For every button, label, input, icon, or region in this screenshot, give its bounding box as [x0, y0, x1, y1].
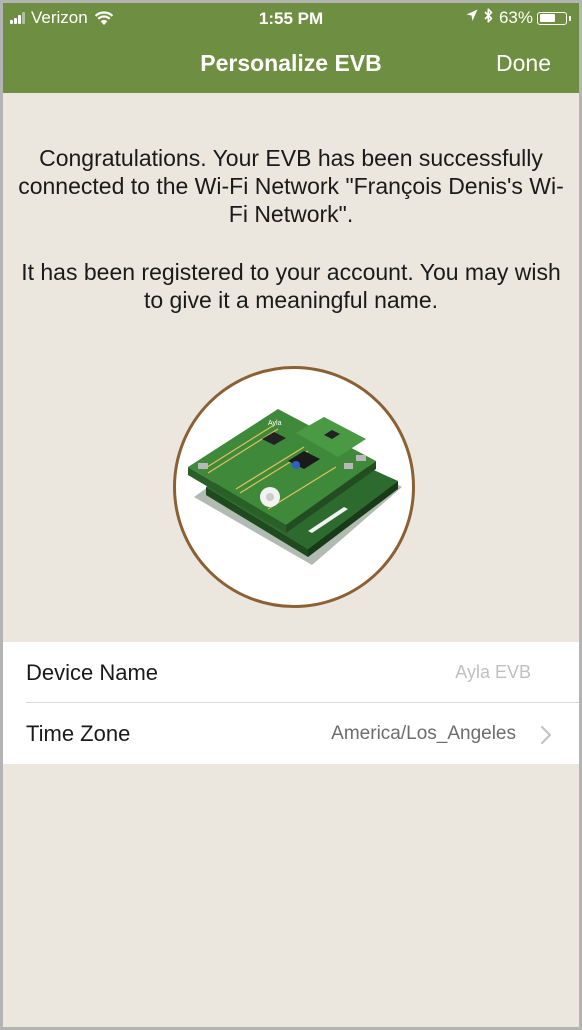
time-zone-row[interactable]: Time Zone America/Los_Angeles	[3, 703, 579, 764]
device-name-input[interactable]	[331, 658, 531, 686]
chevron-right-icon	[540, 725, 552, 745]
congratulations-message: Congratulations. Your EVB has been succe…	[18, 145, 564, 227]
device-name-row[interactable]: Device Name	[3, 642, 579, 703]
settings-table: Device Name Time Zone America/Los_Angele…	[3, 642, 579, 764]
evb-board-illustration: Ayla	[188, 409, 402, 565]
location-arrow-icon	[466, 9, 478, 27]
battery-icon	[537, 11, 571, 25]
battery-fill	[539, 14, 555, 22]
done-button[interactable]: Done	[496, 50, 551, 77]
status-bar: Verizon 1:55 PM 63%	[3, 3, 579, 33]
time-zone-value: America/Los_Angeles	[331, 723, 516, 744]
battery-percent: 63%	[498, 8, 533, 27]
device-image: Ayla	[173, 366, 415, 608]
nav-title: Personalize EVB	[200, 50, 382, 76]
registration-message: It has been registered to your account. …	[21, 259, 561, 313]
status-bar-right: 63%	[466, 8, 571, 28]
header: Verizon 1:55 PM 63% Personalize EVB Done	[3, 3, 579, 93]
device-name-label: Device Name	[26, 660, 159, 685]
bluetooth-icon	[484, 8, 493, 28]
app-screen: Verizon 1:55 PM 63% Personalize EVB Done…	[0, 0, 582, 1030]
board-label: Ayla	[268, 420, 282, 427]
battery-tip	[568, 15, 571, 21]
time-zone-label: Time Zone	[26, 721, 131, 746]
